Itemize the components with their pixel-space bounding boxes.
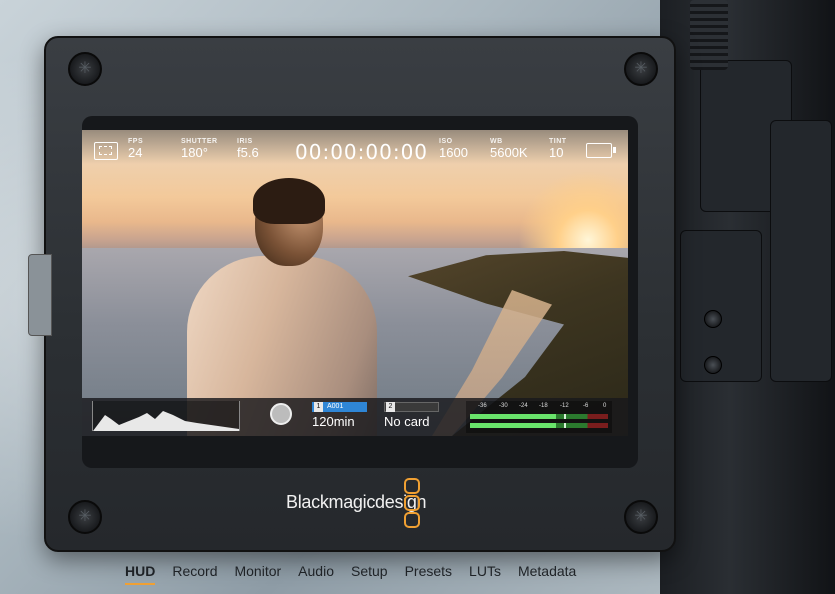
meter-scale-label: -6	[583, 403, 589, 409]
tab-metadata[interactable]: Metadata	[518, 563, 576, 585]
tab-presets[interactable]: Presets	[405, 563, 452, 585]
iris-value: f5.6	[237, 145, 259, 160]
shutter-value: 180°	[181, 145, 208, 160]
shutter-control[interactable]: SHUTTER 180°	[181, 138, 218, 160]
shutter-label: SHUTTER	[181, 138, 218, 145]
screw-icon	[68, 52, 102, 86]
audio-meter-level-1	[470, 414, 556, 419]
camera-body	[660, 0, 835, 594]
camera-screw	[704, 310, 722, 328]
tab-setup[interactable]: Setup	[351, 563, 388, 585]
tab-record[interactable]: Record	[172, 563, 217, 585]
tint-value: 10	[549, 145, 564, 160]
wb-label: WB	[490, 138, 503, 145]
timecode: 00:00:00:00	[295, 140, 429, 164]
tint-label: TINT	[549, 138, 567, 145]
iso-label: ISO	[439, 138, 453, 145]
screw-icon	[68, 500, 102, 534]
monitor-screen[interactable]: FPS 24 SHUTTER 180° IRIS f5.6 00:00:00:0…	[82, 130, 628, 436]
meter-scale-label: 0	[603, 403, 607, 409]
meter-scale-label: -18	[539, 403, 548, 409]
audio-meter-level-2	[470, 423, 556, 428]
wb-control[interactable]: WB 5600K	[490, 138, 528, 160]
histogram-graph	[93, 411, 239, 431]
iso-control[interactable]: ISO 1600	[439, 138, 468, 160]
card2-slot: 2	[386, 402, 395, 412]
tint-control[interactable]: TINT 10	[549, 138, 567, 160]
card1-name: A001	[327, 403, 344, 410]
iris-control[interactable]: IRIS f5.6	[237, 138, 259, 160]
meter-scale-label: -12	[560, 403, 569, 409]
meter-scale-label: -36	[478, 403, 487, 409]
tab-audio[interactable]: Audio	[298, 563, 334, 585]
meter-scale-label: -24	[519, 403, 528, 409]
monitor-hinge	[28, 254, 52, 336]
brand-logo-icon	[404, 478, 420, 528]
wb-value: 5600K	[490, 145, 528, 160]
camera-rig-block	[770, 120, 832, 382]
fps-label: FPS	[128, 138, 144, 145]
card2-remaining: No card	[384, 414, 430, 429]
camera-knob[interactable]	[690, 0, 728, 70]
card2-status[interactable]: 2	[384, 402, 439, 412]
frame-guides-icon[interactable]	[94, 142, 118, 160]
person-hair	[253, 178, 325, 224]
card1-remaining: 120min	[312, 414, 355, 429]
battery-icon	[586, 143, 616, 158]
card1-status[interactable]: 1 A001	[312, 402, 367, 412]
card1-slot: 1	[314, 402, 323, 412]
audio-meter[interactable]: -36 -30 -24 -18 -12 -6 0	[466, 401, 612, 433]
iris-label: IRIS	[237, 138, 253, 145]
record-button[interactable]	[270, 403, 292, 425]
camera-screw	[704, 356, 722, 374]
camera-side-panel	[680, 230, 762, 382]
iso-value: 1600	[439, 145, 468, 160]
tab-hud[interactable]: HUD	[125, 563, 156, 585]
tab-bar: HUD Record Monitor Audio Setup Presets L…	[125, 563, 593, 585]
tab-monitor[interactable]: Monitor	[234, 563, 281, 585]
audio-meter-peak-1	[563, 414, 566, 419]
screw-icon	[624, 500, 658, 534]
fps-value: 24	[128, 145, 143, 160]
fps-control[interactable]: FPS 24	[128, 138, 143, 160]
meter-scale-label: -30	[499, 403, 508, 409]
histogram[interactable]	[92, 401, 240, 431]
screw-icon	[624, 52, 658, 86]
tab-luts[interactable]: LUTs	[469, 563, 501, 585]
audio-meter-peak-2	[563, 423, 566, 428]
